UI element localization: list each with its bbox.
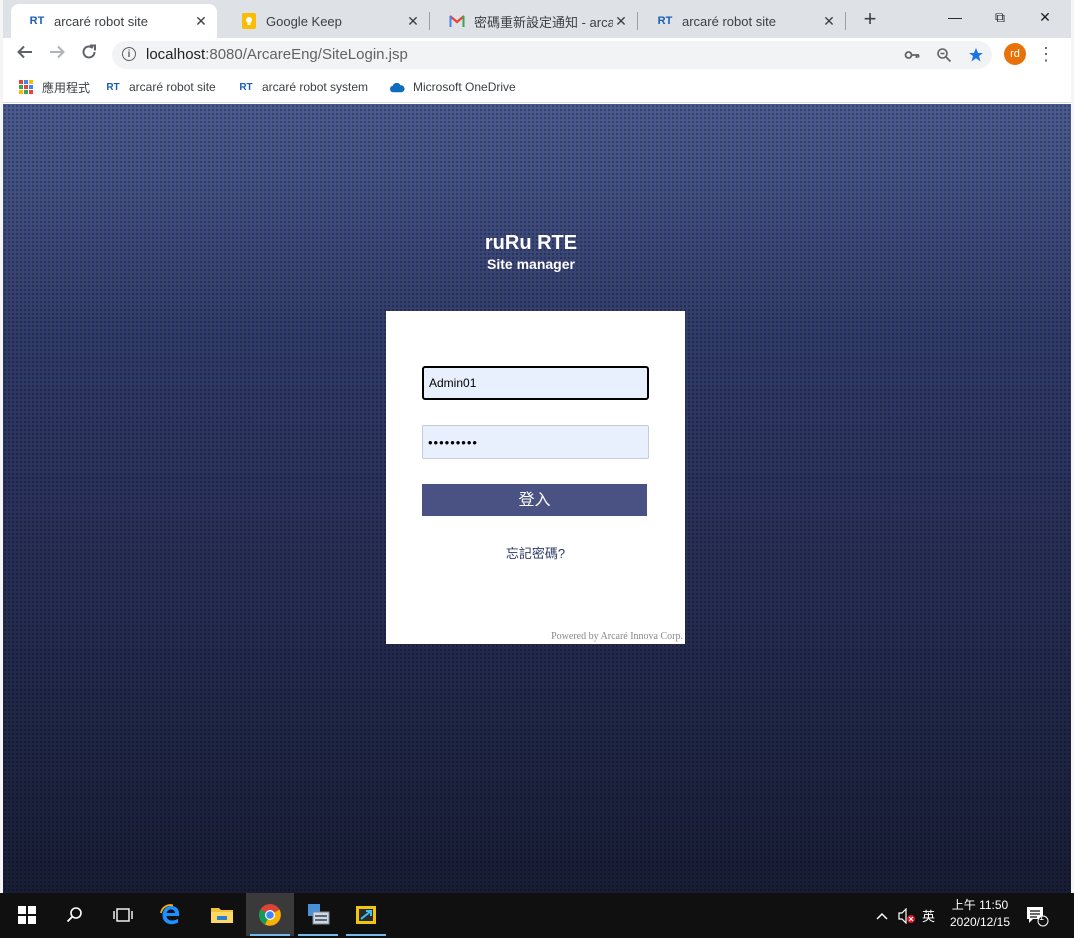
reload-icon[interactable] — [77, 43, 101, 67]
notification-count: 1 — [1039, 912, 1045, 922]
volume-muted-icon[interactable] — [898, 893, 916, 938]
ime-indicator[interactable]: 英 — [922, 893, 935, 938]
start-windows-icon[interactable] — [3, 893, 51, 936]
tab-title: arcaré robot site — [54, 13, 148, 29]
chrome-icon[interactable] — [246, 893, 294, 936]
edge-browser-icon[interactable] — [147, 893, 195, 936]
action-center-icon[interactable]: 1 — [1025, 893, 1049, 938]
address-bar[interactable]: i localhost:8080/ArcareEng/SiteLogin.jsp — [112, 41, 992, 69]
forward-arrow-icon[interactable] — [45, 43, 69, 67]
tab-gmail[interactable]: 密碼重新設定通知 - arcare ✕ — [431, 4, 637, 38]
taskbar-clock[interactable]: 上午 11:50 2020/12/15 — [940, 897, 1020, 931]
bookmark-label: Microsoft OneDrive — [413, 80, 516, 94]
gmail-icon — [449, 13, 465, 29]
bookmark-apps[interactable]: 應用程式 — [18, 78, 90, 96]
tool-app-icon[interactable] — [342, 893, 390, 936]
tab-title: arcaré robot site — [682, 13, 776, 29]
bookmark-label: arcaré robot site — [129, 80, 216, 94]
show-hidden-icons-icon[interactable] — [876, 893, 888, 938]
keep-icon — [241, 13, 257, 29]
tab-close-icon[interactable]: ✕ — [613, 13, 629, 29]
tab-arcare-robot-site[interactable]: RT arcaré robot site ✕ — [11, 4, 217, 38]
task-view-icon[interactable] — [99, 893, 147, 936]
password-input[interactable] — [422, 425, 649, 459]
forgot-password-link[interactable]: 忘記密碼? — [386, 543, 685, 562]
username-input[interactable] — [422, 366, 649, 400]
clock-time: 上午 11:50 — [951, 898, 1009, 912]
tab-separator — [429, 12, 430, 30]
site-info-icon[interactable]: i — [122, 47, 136, 61]
browser-window: RT arcaré robot site ✕ Google Keep ✕ 密碼重… — [3, 0, 1071, 893]
tab-close-icon[interactable]: ✕ — [821, 13, 837, 29]
tab-strip: RT arcaré robot site ✕ Google Keep ✕ 密碼重… — [3, 0, 1071, 38]
rt-bookmark-icon: RT — [106, 81, 120, 93]
bookmark-arcare-robot-site[interactable]: RT arcaré robot site — [105, 78, 216, 96]
new-tab-button[interactable]: + — [860, 8, 880, 30]
search-icon[interactable] — [51, 893, 99, 936]
bookmark-arcare-robot-system[interactable]: RT arcaré robot system — [238, 78, 368, 96]
bookmark-star-icon[interactable] — [968, 47, 984, 63]
back-arrow-icon[interactable] — [13, 43, 37, 67]
minimize-button[interactable]: — — [935, 6, 975, 28]
key-icon[interactable] — [904, 47, 920, 63]
zoom-icon[interactable] — [936, 47, 952, 63]
login-page: ruRu RTE Site manager 登入 忘記密碼? Powered b… — [3, 104, 1071, 893]
rt-favicon-icon: RT — [29, 15, 45, 27]
rt-favicon-icon: RT — [657, 15, 673, 27]
powered-by-text: Powered by Arcaré Innova Corp. — [551, 631, 683, 642]
brand-title: ruRu RTE — [484, 232, 578, 254]
bookmarks-bar: 應用程式 RT arcaré robot site RT arcaré robo… — [3, 72, 1071, 103]
bookmark-label: arcaré robot system — [262, 80, 369, 94]
bookmark-label: 應用程式 — [42, 80, 91, 95]
file-explorer-icon[interactable] — [198, 893, 246, 936]
apps-grid-icon — [18, 79, 34, 95]
tab-arcare-robot-site-2[interactable]: RT arcaré robot site ✕ — [639, 4, 845, 38]
tab-separator — [845, 12, 846, 30]
profile-avatar[interactable]: rd — [1004, 43, 1026, 65]
close-window-button[interactable]: ✕ — [1025, 6, 1065, 28]
login-button[interactable]: 登入 — [422, 484, 647, 516]
tab-separator — [637, 12, 638, 30]
url-text: localhost:8080/ArcareEng/SiteLogin.jsp — [146, 46, 408, 63]
windows-taskbar: 英 上午 11:50 2020/12/15 1 — [0, 893, 1074, 938]
more-menu-icon[interactable]: ⋮ — [1037, 43, 1055, 67]
rt-bookmark-icon: RT — [239, 81, 253, 93]
restore-button[interactable]: ⧉ — [980, 6, 1020, 28]
tab-title: Google Keep — [266, 13, 342, 29]
login-card: 登入 忘記密碼? Powered by Arcaré Innova Corp. — [386, 311, 685, 644]
clock-date: 2020/12/15 — [949, 915, 1011, 929]
bookmark-onedrive[interactable]: Microsoft OneDrive — [389, 78, 516, 96]
tab-google-keep[interactable]: Google Keep ✕ — [223, 4, 429, 38]
network-app-icon[interactable] — [294, 893, 342, 936]
tab-close-icon[interactable]: ✕ — [193, 13, 209, 29]
brand-subtitle: Site manager — [487, 256, 575, 272]
tab-close-icon[interactable]: ✕ — [405, 13, 421, 29]
onedrive-icon — [389, 79, 405, 95]
tab-title: 密碼重新設定通知 - arcare — [474, 14, 613, 30]
browser-toolbar: i localhost:8080/ArcareEng/SiteLogin.jsp… — [3, 38, 1071, 72]
